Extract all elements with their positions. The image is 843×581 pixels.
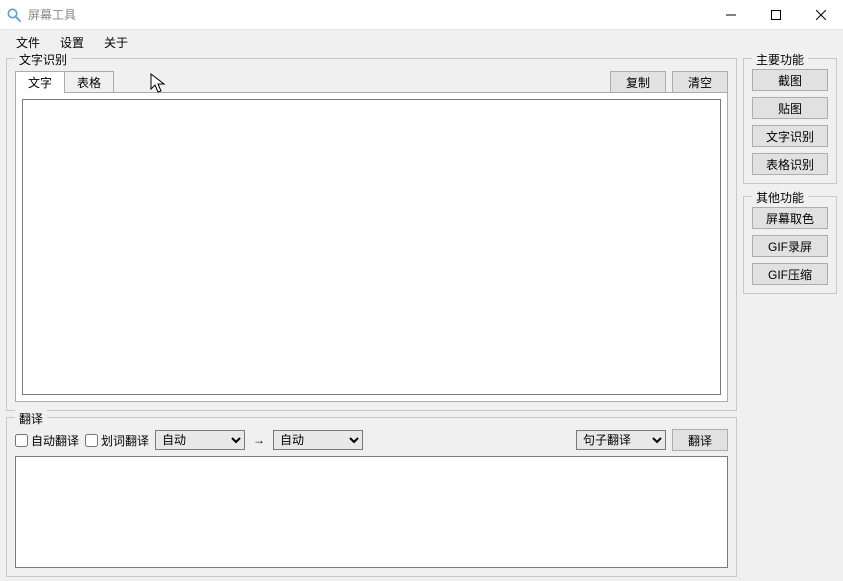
ocr-buttons: 复制 清空 [610, 71, 728, 93]
gif-record-button[interactable]: GIF录屏 [752, 235, 828, 257]
minimize-button[interactable] [708, 0, 753, 29]
window-controls [708, 0, 843, 29]
translate-output-frame [15, 456, 728, 568]
main-features-legend: 主要功能 [752, 51, 808, 68]
translate-group: 翻译 自动翻译 划词翻译 自动 → 自动 [6, 417, 737, 577]
copy-button[interactable]: 复制 [610, 71, 666, 93]
ocr-tab-panel [15, 92, 728, 402]
auto-translate-label: 自动翻译 [31, 432, 79, 449]
word-translate-checkbox[interactable]: 划词翻译 [85, 432, 149, 449]
word-translate-label: 划词翻译 [101, 432, 149, 449]
ocr-header-row: 文字 表格 复制 清空 [15, 69, 728, 93]
sidebar: 主要功能 截图 贴图 文字识别 表格识别 其他功能 屏幕取色 GIF录屏 GIF… [743, 58, 837, 577]
menu-bar: 文件 设置 关于 [0, 30, 843, 54]
source-lang-select[interactable]: 自动 [155, 430, 245, 450]
text-ocr-button[interactable]: 文字识别 [752, 125, 828, 147]
title-bar: 屏幕工具 [0, 0, 843, 30]
tab-table[interactable]: 表格 [64, 71, 114, 93]
translate-button[interactable]: 翻译 [672, 429, 728, 451]
translate-mode-select[interactable]: 句子翻译 [576, 430, 666, 450]
screenshot-button[interactable]: 截图 [752, 69, 828, 91]
translate-output-area[interactable] [16, 457, 727, 567]
table-ocr-button[interactable]: 表格识别 [752, 153, 828, 175]
app-icon [6, 7, 22, 23]
ocr-text-frame [22, 99, 721, 395]
window-title: 屏幕工具 [28, 6, 76, 23]
translate-legend: 翻译 [15, 410, 47, 427]
auto-translate-checkbox[interactable]: 自动翻译 [15, 432, 79, 449]
main-features-group: 主要功能 截图 贴图 文字识别 表格识别 [743, 58, 837, 184]
ocr-tabs: 文字 表格 [15, 69, 113, 93]
other-features-group: 其他功能 屏幕取色 GIF录屏 GIF压缩 [743, 196, 837, 294]
arrow-icon: → [251, 433, 267, 447]
menu-file[interactable]: 文件 [6, 32, 50, 53]
menu-about[interactable]: 关于 [94, 32, 138, 53]
color-picker-button[interactable]: 屏幕取色 [752, 207, 828, 229]
translate-controls: 自动翻译 划词翻译 自动 → 自动 句子翻译 翻译 [15, 428, 728, 452]
maximize-button[interactable] [753, 0, 798, 29]
auto-translate-input[interactable] [15, 434, 28, 447]
ocr-text-area[interactable] [25, 102, 718, 392]
close-button[interactable] [798, 0, 843, 29]
dest-lang-select[interactable]: 自动 [273, 430, 363, 450]
word-translate-input[interactable] [85, 434, 98, 447]
menu-settings[interactable]: 设置 [50, 32, 94, 53]
tab-text[interactable]: 文字 [15, 71, 65, 93]
gif-compress-button[interactable]: GIF压缩 [752, 263, 828, 285]
other-features-legend: 其他功能 [752, 189, 808, 206]
ocr-group: 文字识别 文字 表格 复制 清空 [6, 58, 737, 411]
ocr-legend: 文字识别 [15, 51, 71, 68]
clear-button[interactable]: 清空 [672, 71, 728, 93]
paste-image-button[interactable]: 贴图 [752, 97, 828, 119]
